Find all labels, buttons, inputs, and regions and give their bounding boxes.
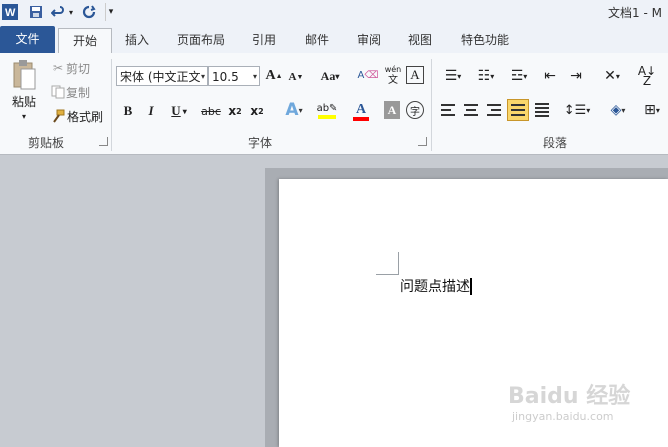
character-border-icon[interactable]: A	[406, 66, 424, 84]
font-group-label: 字体	[247, 136, 272, 150]
copy-button[interactable]: 复制	[66, 84, 98, 100]
title-bar: W ▾ ▾ 文档1 - M	[0, 0, 668, 24]
tab-home[interactable]: 开始	[58, 28, 112, 54]
bold-icon[interactable]: B	[120, 101, 136, 121]
save-icon[interactable]	[27, 3, 45, 21]
paste-dropdown-icon[interactable]: ▾	[18, 111, 30, 121]
enclose-characters-icon[interactable]: 字	[406, 101, 424, 119]
phonetic-guide-icon[interactable]: wén 文	[382, 62, 404, 88]
format-painter-icon[interactable]	[50, 108, 66, 124]
cut-button[interactable]: 剪切	[66, 60, 98, 76]
margin-corner-mark	[376, 252, 399, 275]
tab-review[interactable]: 审阅	[346, 28, 392, 53]
undo-icon[interactable]	[50, 3, 66, 21]
text-cursor	[470, 278, 472, 295]
multilevel-list-icon[interactable]: ☲ ▾	[504, 65, 534, 87]
align-center-icon[interactable]	[461, 99, 481, 121]
decrease-indent-icon[interactable]: ⇤	[540, 65, 560, 87]
shrink-font-icon[interactable]: A ▼	[287, 68, 305, 86]
tab-references[interactable]: 引用	[240, 28, 288, 53]
align-right-icon[interactable]	[484, 99, 504, 121]
watermark-logo: Baidu 经验	[508, 384, 631, 409]
paste-icon[interactable]	[8, 57, 40, 93]
line-spacing-icon[interactable]: ↕☰ ▾	[562, 99, 592, 121]
clipboard-launcher-icon[interactable]	[99, 137, 108, 146]
svg-text:W: W	[5, 7, 16, 19]
underline-icon[interactable]: U ▾	[166, 101, 192, 121]
font-size-select[interactable]: 10.5 ▾	[208, 66, 260, 86]
tab-page-layout[interactable]: 页面布局	[168, 28, 234, 53]
watermark-url: jingyan.baidu.com	[512, 410, 614, 423]
font-size-value: 10.5	[212, 70, 239, 84]
text-effects-icon[interactable]: A ▾	[280, 99, 308, 121]
divider	[431, 59, 432, 151]
numbering-icon[interactable]: ☷ ▾	[470, 65, 502, 87]
format-painter-button[interactable]: 格式刷	[67, 108, 107, 124]
tab-file[interactable]: 文件	[0, 26, 55, 53]
character-shading-icon[interactable]: A	[384, 101, 400, 119]
undo-dropdown-icon[interactable]: ▾	[67, 3, 75, 21]
borders-icon[interactable]: ⊞ ▾	[638, 99, 666, 121]
grow-font-icon[interactable]: A ▲	[265, 66, 283, 86]
text-highlight-icon[interactable]: ab✎	[312, 99, 342, 123]
sort-icon[interactable]: A↓ Z	[636, 65, 658, 87]
font-launcher-icon[interactable]	[418, 137, 427, 146]
word-logo-icon[interactable]: W	[2, 3, 18, 21]
superscript-icon[interactable]: x2	[248, 101, 266, 121]
clear-formatting-icon[interactable]: A ⌫	[358, 64, 379, 86]
font-family-value: 宋体 (中文正文)	[120, 70, 206, 84]
cut-icon[interactable]: ✂	[50, 60, 66, 76]
italic-icon[interactable]: I	[143, 101, 159, 121]
customize-toolbar-icon[interactable]: ▾	[105, 3, 116, 21]
strikethrough-icon[interactable]: abc	[200, 101, 222, 121]
align-left-icon[interactable]	[438, 99, 458, 121]
copy-icon[interactable]	[50, 84, 66, 100]
shading-icon[interactable]: ◈ ▾	[604, 99, 632, 121]
tab-mailings[interactable]: 邮件	[294, 28, 340, 53]
increase-indent-icon[interactable]: ⇥	[566, 65, 586, 87]
change-case-button[interactable]: Aa ▾	[316, 66, 344, 86]
document-text[interactable]: 问题点描述	[400, 276, 470, 296]
chinese-layout-icon[interactable]: ✕ ▾	[598, 65, 626, 87]
ribbon-home: 粘贴 ▾ ✂ 剪切 复制 格式刷 剪贴板 宋体 (中文正文) ▾ 10.5 ▾ …	[0, 53, 668, 155]
paste-button[interactable]: 粘贴	[6, 93, 42, 109]
window-title: 文档1 - M	[608, 5, 662, 20]
tab-view[interactable]: 视图	[396, 28, 444, 53]
tab-insert[interactable]: 插入	[112, 28, 162, 53]
distributed-icon[interactable]	[532, 99, 552, 121]
chevron-down-icon: ▾	[200, 67, 205, 85]
change-case-label: Aa	[320, 68, 336, 83]
justify-icon[interactable]	[507, 99, 529, 121]
clipboard-group-label: 剪贴板	[27, 136, 64, 150]
ribbon-tabs: 文件 开始 插入 页面布局 引用 邮件 审阅 视图 特色功能	[0, 24, 668, 54]
subscript-icon[interactable]: x2	[226, 101, 244, 121]
paragraph-group-label: 段落	[542, 136, 567, 150]
tab-special-features[interactable]: 特色功能	[452, 28, 518, 53]
divider	[111, 59, 112, 151]
redo-icon[interactable]	[80, 3, 98, 21]
font-family-select[interactable]: 宋体 (中文正文) ▾	[116, 66, 208, 86]
font-color-icon[interactable]: A	[346, 99, 376, 123]
chevron-down-icon: ▾	[252, 72, 257, 81]
bullets-icon[interactable]: ☰ ▾	[438, 65, 468, 87]
